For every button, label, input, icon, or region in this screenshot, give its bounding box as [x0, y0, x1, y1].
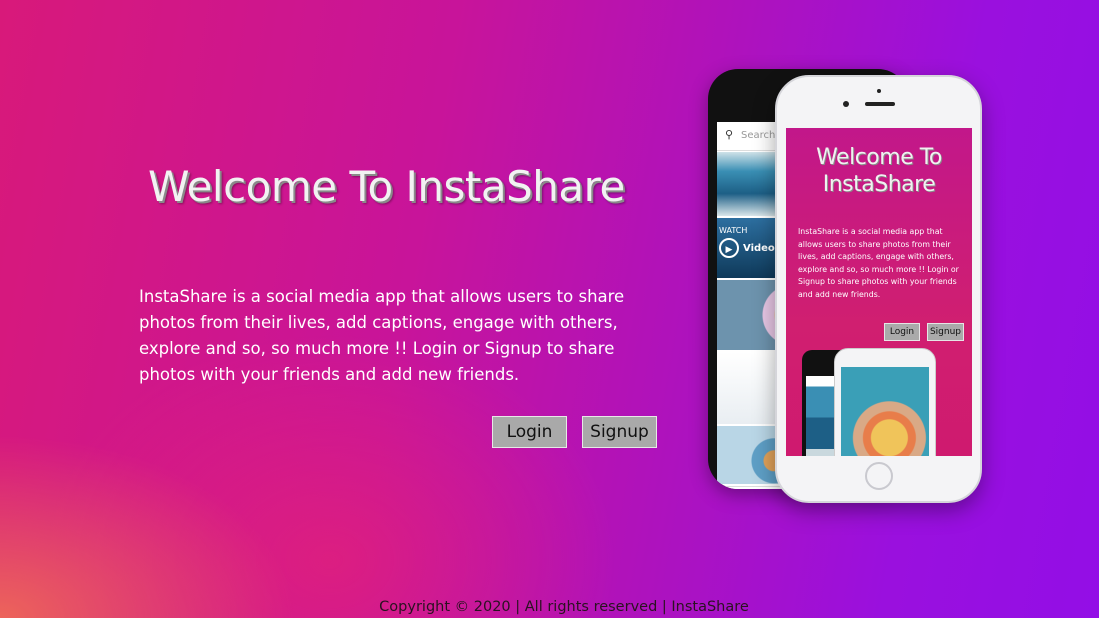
front-phone-title: Welcome To InstaShare — [816, 145, 942, 197]
signup-button[interactable]: Signup — [582, 416, 657, 448]
video-label: Video — [743, 243, 775, 254]
front-camera-icon — [843, 101, 849, 107]
front-phone-description: InstaShare is a social media app that al… — [798, 227, 959, 299]
search-icon: ⚲ — [725, 128, 734, 141]
front-phone-signup-button: Signup — [927, 323, 964, 341]
front-phone: Welcome To InstaShare InstaShare is a so… — [775, 75, 982, 503]
mini-front-phone — [834, 348, 936, 456]
hero-description: InstaShare is a social media app that al… — [139, 287, 625, 384]
front-phone-screen: Welcome To InstaShare InstaShare is a so… — [786, 128, 972, 456]
home-button-icon — [865, 462, 893, 490]
front-phone-speaker — [865, 102, 895, 106]
front-phone-sensor — [877, 89, 881, 93]
hero-title: Welcome To InstaShare — [148, 162, 625, 211]
watch-label: WATCH — [719, 226, 748, 235]
footer-copyright: Copyright © 2020 | All rights reserved |… — [379, 599, 749, 615]
front-phone-login-button: Login — [884, 323, 920, 341]
login-button[interactable]: Login — [492, 416, 567, 448]
back-phone-search-placeholder: Search — [741, 130, 776, 141]
play-icon: ▶ — [719, 238, 739, 258]
